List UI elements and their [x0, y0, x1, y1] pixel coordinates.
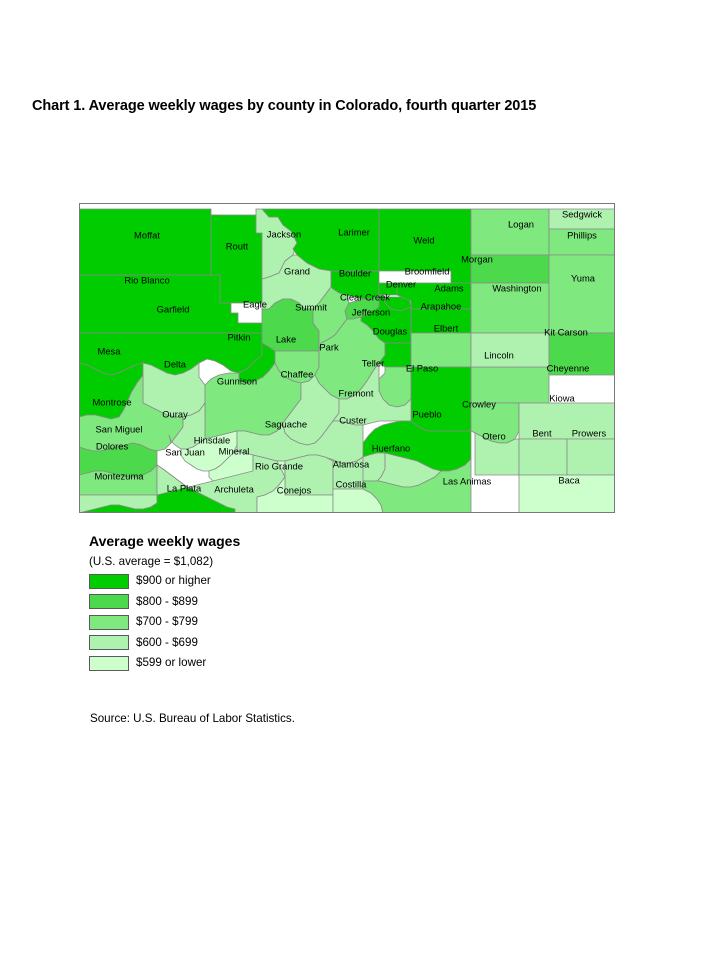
county-area — [548, 254, 615, 334]
county-label: Crowley — [462, 398, 496, 409]
legend-item: $599 or lower — [89, 653, 409, 674]
county-label: Pitkin — [228, 331, 251, 342]
county-label: Bent — [532, 427, 552, 438]
county-label: Clear Creek — [340, 291, 390, 302]
county-label: Broomfield — [405, 265, 450, 276]
county-label: Yuma — [571, 272, 596, 283]
county-label: Jackson — [267, 228, 301, 239]
county-label: Alamosa — [333, 458, 370, 469]
county-label: Logan — [508, 218, 534, 229]
county-label: Arapahoe — [421, 300, 462, 311]
map-svg: Moffat Routt Jackson Larimer Weld Logan Sedgwi… — [79, 203, 615, 513]
legend-item-label: $700 - $799 — [136, 615, 198, 629]
county-label: Rio Grande — [255, 460, 303, 471]
county-label: Archuleta — [214, 483, 254, 494]
county-label: Prowers — [572, 427, 607, 438]
county-label: Saguache — [265, 418, 307, 429]
county-label: Kiowa — [549, 392, 575, 403]
legend-swatch — [89, 655, 129, 671]
county-label: Morgan — [461, 253, 493, 264]
county-label: Hinsdale — [194, 434, 230, 445]
county-label: Boulder — [339, 267, 371, 278]
legend-swatch — [89, 594, 129, 610]
county-label: Custer — [339, 414, 367, 425]
county-label: Mesa — [98, 345, 122, 356]
county-label: Las Animas — [443, 475, 492, 486]
county-label: Routt — [226, 240, 249, 251]
legend-rows: $900 or higher $800 - $899 $700 - $799 $600… — [89, 571, 409, 674]
county-label: Fremont — [339, 387, 374, 398]
county-label: Gunnison — [217, 375, 257, 386]
county-label: Teller — [362, 357, 384, 368]
county-label: Denver — [386, 278, 416, 289]
county-label: Lincoln — [484, 349, 514, 360]
county-label: El Paso — [406, 362, 438, 373]
county-area — [470, 208, 550, 256]
legend-swatch — [89, 635, 129, 651]
legend-title: Average weekly wages — [89, 533, 241, 549]
colorado-choropleth-map: Moffat Routt Jackson Larimer Weld Logan Sedgwi… — [79, 203, 615, 513]
legend-item: $800 - $899 — [89, 592, 409, 613]
county-label: Rio Blanco — [124, 274, 169, 285]
county-label: Dolores — [96, 440, 129, 451]
county-label: Eagle — [243, 298, 267, 309]
county-label: Douglas — [373, 325, 408, 336]
county-label: Mineral — [219, 445, 250, 456]
county-label: Conejos — [277, 484, 312, 495]
page-title: Chart 1. Average weekly wages by county … — [32, 98, 537, 114]
county-label: Kit Carson — [544, 326, 588, 337]
county-label: Weld — [413, 234, 434, 245]
legend-item: $700 - $799 — [89, 612, 409, 633]
legend-subtitle: (U.S. average = $1,082) — [89, 555, 214, 568]
county-label: Washington — [492, 282, 541, 293]
legend-item: $900 or higher — [89, 571, 409, 592]
county-label: La Plata — [167, 482, 202, 493]
legend-item-label: $800 - $899 — [136, 594, 198, 608]
county-label: Park — [319, 341, 339, 352]
county-label: Sedgwick — [562, 208, 602, 219]
county-label: Baca — [558, 474, 580, 485]
county-label: Summit — [295, 301, 327, 312]
county-label: Chaffee — [281, 368, 314, 379]
county-label: Otero — [482, 430, 505, 441]
source-note: Source: U.S. Bureau of Labor Statistics. — [90, 712, 295, 725]
county-label: Delta — [164, 358, 187, 369]
legend-item: $600 - $699 — [89, 633, 409, 654]
legend-swatch — [89, 573, 129, 589]
county-label: Cheyenne — [547, 362, 590, 373]
county-label: Grand — [284, 265, 310, 276]
county-label: Costilla — [336, 478, 368, 489]
county-label: San Miguel — [96, 423, 143, 434]
county-label: Montezuma — [95, 470, 145, 481]
county-label: Montrose — [92, 396, 131, 407]
legend-swatch — [89, 614, 129, 630]
chart-page: Chart 1. Average weekly wages by county … — [0, 0, 702, 972]
legend-item-label: $900 or higher — [136, 574, 211, 588]
county-label: Jefferson — [352, 306, 390, 317]
county-label: Elbert — [434, 322, 459, 333]
county-label: Garfield — [157, 303, 190, 314]
county-area — [79, 208, 221, 276]
map-legend: Average weekly wages (U.S. average = $1,… — [89, 533, 409, 674]
county-label: Pueblo — [412, 408, 441, 419]
county-label: Huerfano — [372, 442, 411, 453]
county-label: San Juan — [165, 446, 205, 457]
county-label: Moffat — [134, 229, 160, 240]
legend-item-label: $600 - $699 — [136, 635, 198, 649]
county-label: Lake — [276, 333, 296, 344]
county-label: Phillips — [567, 229, 597, 240]
legend-item-label: $599 or lower — [136, 656, 207, 670]
county-area — [566, 438, 615, 476]
county-label: Larimer — [338, 226, 370, 237]
county-label: Ouray — [162, 408, 188, 419]
county-area — [518, 438, 568, 476]
county-label: Adams — [434, 282, 463, 293]
